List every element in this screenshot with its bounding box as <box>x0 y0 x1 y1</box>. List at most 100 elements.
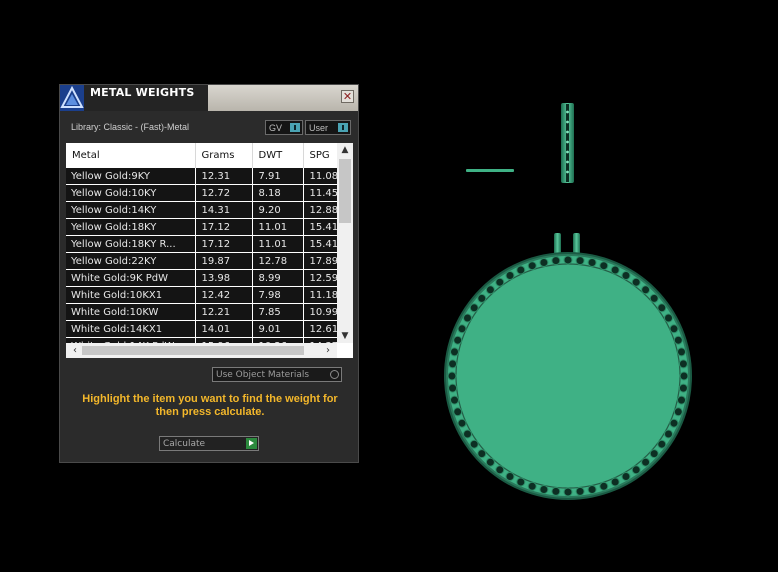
table-row[interactable]: Yellow Gold:14KY 14.31 9.20 12.88 <box>66 201 338 219</box>
library-label: Library: Classic - (Fast)-Metal <box>71 122 190 132</box>
close-button[interactable]: ✕ <box>341 90 354 103</box>
dwt-value: 11.01 <box>252 218 304 236</box>
halo-stone <box>679 371 689 381</box>
halo-stone <box>599 261 609 271</box>
halo-stone <box>495 465 505 475</box>
table-row[interactable]: White Gold:10KX1 12.42 7.98 11.18 <box>66 286 338 304</box>
table-row[interactable]: White Gold:10KW 12.21 7.85 10.99 <box>66 303 338 321</box>
model-viewport[interactable] <box>380 90 770 510</box>
gv-toggle[interactable]: GV <box>265 120 303 135</box>
grams-value: 14.31 <box>195 201 253 219</box>
scroll-right-icon[interactable]: › <box>321 343 335 358</box>
dwt-value: 8.18 <box>252 184 304 202</box>
halo-stone <box>673 407 683 417</box>
halo-stone <box>477 293 487 303</box>
use-object-materials-option[interactable]: Use Object Materials <box>212 367 342 382</box>
halo-stone <box>677 347 686 357</box>
title-bar[interactable]: METAL WEIGHTS ✕ <box>60 85 358 111</box>
table-row[interactable]: Yellow Gold:10KY 12.72 8.18 11.45 <box>66 184 338 202</box>
halo-stone <box>621 271 631 280</box>
horizontal-scrollbar[interactable]: ‹ › <box>66 343 337 358</box>
instruction-text: Highlight the item you want to find the … <box>82 393 338 418</box>
metal-table: Metal Grams DWT SPG Yellow Gold:9KY 12.31… <box>66 143 353 358</box>
spg-value: 11.45 <box>303 184 338 202</box>
scroll-up-icon[interactable]: ▲ <box>337 143 353 157</box>
halo-stone <box>448 359 458 369</box>
horizontal-scroll-thumb[interactable] <box>82 346 304 355</box>
spg-value: 15.41 <box>303 218 338 236</box>
vertical-scrollbar[interactable]: ▲ ▼ <box>337 143 353 343</box>
grams-value: 14.01 <box>195 320 253 338</box>
table-row[interactable]: White Gold:9K PdW 13.98 8.99 12.59 <box>66 269 338 287</box>
dwt-value: 12.78 <box>252 252 304 270</box>
user-toggle[interactable]: User <box>305 120 351 135</box>
toggle-switch-icon <box>338 123 348 132</box>
halo-stone <box>505 472 515 481</box>
halo-stone <box>485 457 495 467</box>
halo-stone <box>450 395 459 405</box>
metal-weights-panel: METAL WEIGHTS ✕ Library: Classic - (Fast… <box>59 84 359 463</box>
halo-stone <box>669 418 679 428</box>
halo-stone <box>539 258 549 267</box>
scroll-left-icon[interactable]: ‹ <box>68 343 82 358</box>
table-row[interactable]: White Gold:14KX1 14.01 9.01 12.61 <box>66 320 338 338</box>
halo-stone <box>641 285 651 295</box>
radio-icon[interactable] <box>330 370 339 379</box>
halo-stone <box>448 383 458 393</box>
pendant-bail[interactable] <box>554 233 580 255</box>
dwt-value: 7.98 <box>252 286 304 304</box>
halo-stone <box>539 485 549 494</box>
halo-stone <box>649 293 659 303</box>
halo-stone <box>463 429 472 439</box>
grams-value: 13.98 <box>195 269 253 287</box>
spg-value: 11.08 <box>303 168 338 185</box>
halo-stone <box>477 449 487 459</box>
column-header-grams[interactable]: Grams <box>195 143 253 168</box>
gv-toggle-label: GV <box>269 123 283 133</box>
scroll-down-icon[interactable]: ▼ <box>337 329 353 343</box>
side-view-bar[interactable] <box>466 169 514 172</box>
halo-stone <box>657 439 667 449</box>
metal-name: Yellow Gold:18KY <box>66 218 196 236</box>
table-row[interactable]: Yellow Gold:18KY R... 17.12 11.01 15.41 <box>66 235 338 253</box>
halo-stone <box>669 324 679 334</box>
vertical-scroll-thumb[interactable] <box>339 159 351 223</box>
table-header-row: Metal Grams DWT SPG <box>66 143 338 168</box>
column-header-dwt[interactable]: DWT <box>252 143 304 168</box>
grams-value: 12.42 <box>195 286 253 304</box>
dwt-value: 9.20 <box>252 201 304 219</box>
halo-stone <box>631 277 641 287</box>
round-pendant[interactable] <box>444 252 692 500</box>
halo-stone <box>495 277 505 287</box>
calculate-label: Calculate <box>163 439 206 449</box>
halo-stone <box>664 313 673 323</box>
halo-stone <box>575 256 585 266</box>
spg-value: 11.18 <box>303 286 338 304</box>
column-header-spg[interactable]: SPG <box>303 143 338 168</box>
calculate-button[interactable]: Calculate <box>159 436 259 451</box>
halo-stone <box>678 383 688 393</box>
dwt-value: 7.91 <box>252 168 304 185</box>
halo-stone <box>610 265 620 275</box>
halo-stone <box>631 465 641 475</box>
halo-stone <box>450 347 459 357</box>
halo-stone <box>587 258 597 267</box>
metal-name: Yellow Gold:14KY <box>66 201 196 219</box>
app-logo-icon <box>60 85 84 111</box>
grams-value: 12.72 <box>195 184 253 202</box>
halo-stone <box>469 439 479 449</box>
dwt-value: 8.99 <box>252 269 304 287</box>
column-header-metal[interactable]: Metal <box>66 143 196 168</box>
halo-stone <box>587 485 597 494</box>
metal-name: Yellow Gold:10KY <box>66 184 196 202</box>
halo-stone <box>673 335 683 345</box>
metal-name: White Gold:10KX1 <box>66 286 196 304</box>
toggle-switch-icon <box>290 123 300 132</box>
halo-stone <box>563 255 573 265</box>
halo-stone <box>610 477 620 487</box>
table-row[interactable]: Yellow Gold:18KY 17.12 11.01 15.41 <box>66 218 338 236</box>
table-row[interactable]: Yellow Gold:22KY 19.87 12.78 17.89 <box>66 252 338 270</box>
table-row[interactable]: Yellow Gold:9KY 12.31 7.91 11.08 <box>66 168 338 185</box>
vertical-stone-bar[interactable] <box>561 103 574 183</box>
halo-stone <box>505 271 515 280</box>
